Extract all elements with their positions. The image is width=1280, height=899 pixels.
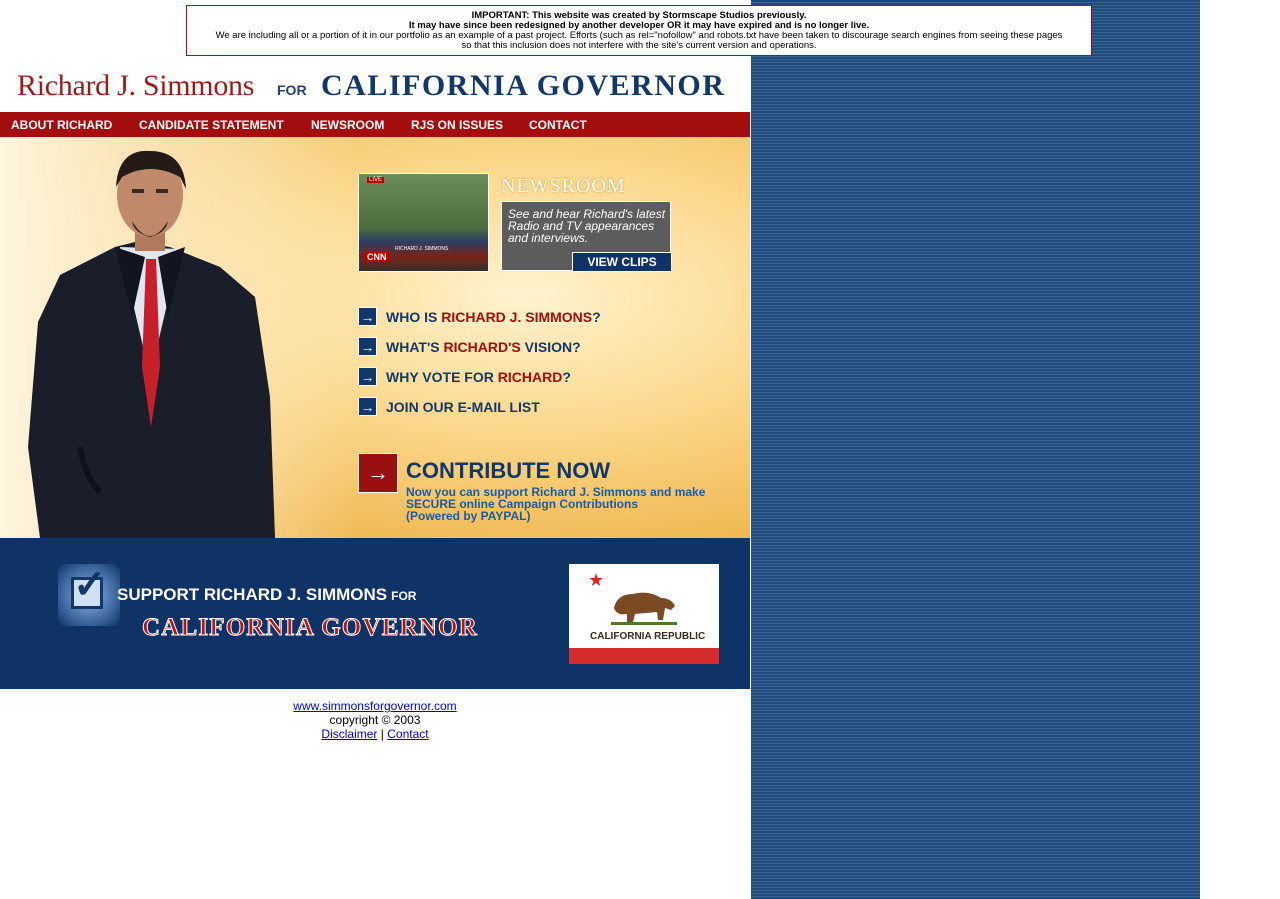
- footer-url-link[interactable]: www.simmonsforgovernor.com: [293, 699, 456, 713]
- contribute-description: Now you can support Richard J. Simmons a…: [406, 485, 706, 523]
- star-icon: ★: [588, 570, 605, 590]
- disclaimer-link[interactable]: Disclaimer: [321, 727, 377, 741]
- portfolio-notice: IMPORTANT: This website was created by S…: [186, 5, 1092, 56]
- california-flag-image: ★ CALIFORNIA REPUBLIC: [569, 564, 719, 664]
- nav-newsroom[interactable]: NEWSROOM: [311, 118, 384, 132]
- banner-governor-title: CALIFORNIA GOVERNOR: [141, 614, 479, 642]
- arrow-right-icon: →: [358, 337, 377, 356]
- arrow-right-icon: →: [358, 307, 377, 326]
- link-label: JOIN OUR E-MAIL LIST: [386, 399, 540, 415]
- candidate-name-logo[interactable]: Richard J. Simmons: [17, 69, 254, 103]
- newsroom-description: See and hear Richard's latest Radio and …: [508, 207, 666, 245]
- nav-contact[interactable]: CONTACT: [529, 118, 587, 132]
- bear-icon: [611, 592, 677, 625]
- notice-line-4: so that this inclusion does not interfer…: [461, 40, 817, 51]
- nav-rjs-on-issues[interactable]: RJS ON ISSUES: [411, 118, 503, 132]
- support-banner: ✓ SUPPORT RICHARD J. SIMMONS FOR CALIFORN…: [0, 538, 750, 689]
- flag-text: CALIFORNIA REPUBLIC: [590, 631, 706, 642]
- link-label: WHAT'S RICHARD'S VISION?: [386, 339, 581, 355]
- link-label: WHO IS RICHARD J. SIMMONS?: [386, 309, 601, 325]
- footer-separator: |: [380, 727, 384, 741]
- background-stripes: [751, 0, 1200, 899]
- arrow-right-icon: →: [358, 397, 377, 416]
- nav-about-richard[interactable]: ABOUT RICHARD: [11, 118, 112, 132]
- thumbnail-caption: RICHARD J. SIMMONS: [395, 246, 449, 252]
- live-badge: LIVE: [367, 177, 385, 183]
- newsroom-video-thumbnail[interactable]: LIVE RICHARD J. SIMMONS CNN: [358, 173, 489, 272]
- view-clips-button[interactable]: VIEW CLIPS: [572, 252, 672, 272]
- link-label: WHY VOTE FOR RICHARD?: [386, 369, 571, 385]
- site-header: Richard J. Simmons FOR CALIFORNIA GOVERN…: [0, 62, 750, 112]
- newsroom-heading: NEWSROOM: [501, 175, 626, 197]
- cnn-logo: CNN: [365, 252, 389, 262]
- site-footer: www.simmonsforgovernor.com copyright © 2…: [0, 699, 750, 741]
- arrow-right-icon: →: [358, 367, 377, 386]
- checkbox-icon: ✓: [58, 564, 120, 626]
- main-nav: ABOUT RICHARD CANDIDATE STATEMENT NEWSRO…: [0, 112, 750, 138]
- support-text: SUPPORT RICHARD J. SIMMONS FOR: [117, 585, 417, 604]
- nav-candidate-statement[interactable]: CANDIDATE STATEMENT: [139, 118, 284, 132]
- header-governor-title: CALIFORNIA GOVERNOR: [321, 69, 726, 102]
- contribute-arrow-icon[interactable]: →: [358, 453, 398, 493]
- contribute-now-link[interactable]: CONTRIBUTE NOW: [406, 458, 610, 484]
- candidate-photo: [28, 150, 275, 538]
- footer-contact-link[interactable]: Contact: [387, 727, 428, 741]
- hero-section: LIVE RICHARD J. SIMMONS CNN NEWSROOM See…: [0, 137, 750, 538]
- copyright-text: copyright © 2003: [329, 713, 421, 727]
- flag-red-stripe: [569, 648, 719, 664]
- header-for: FOR: [277, 82, 307, 98]
